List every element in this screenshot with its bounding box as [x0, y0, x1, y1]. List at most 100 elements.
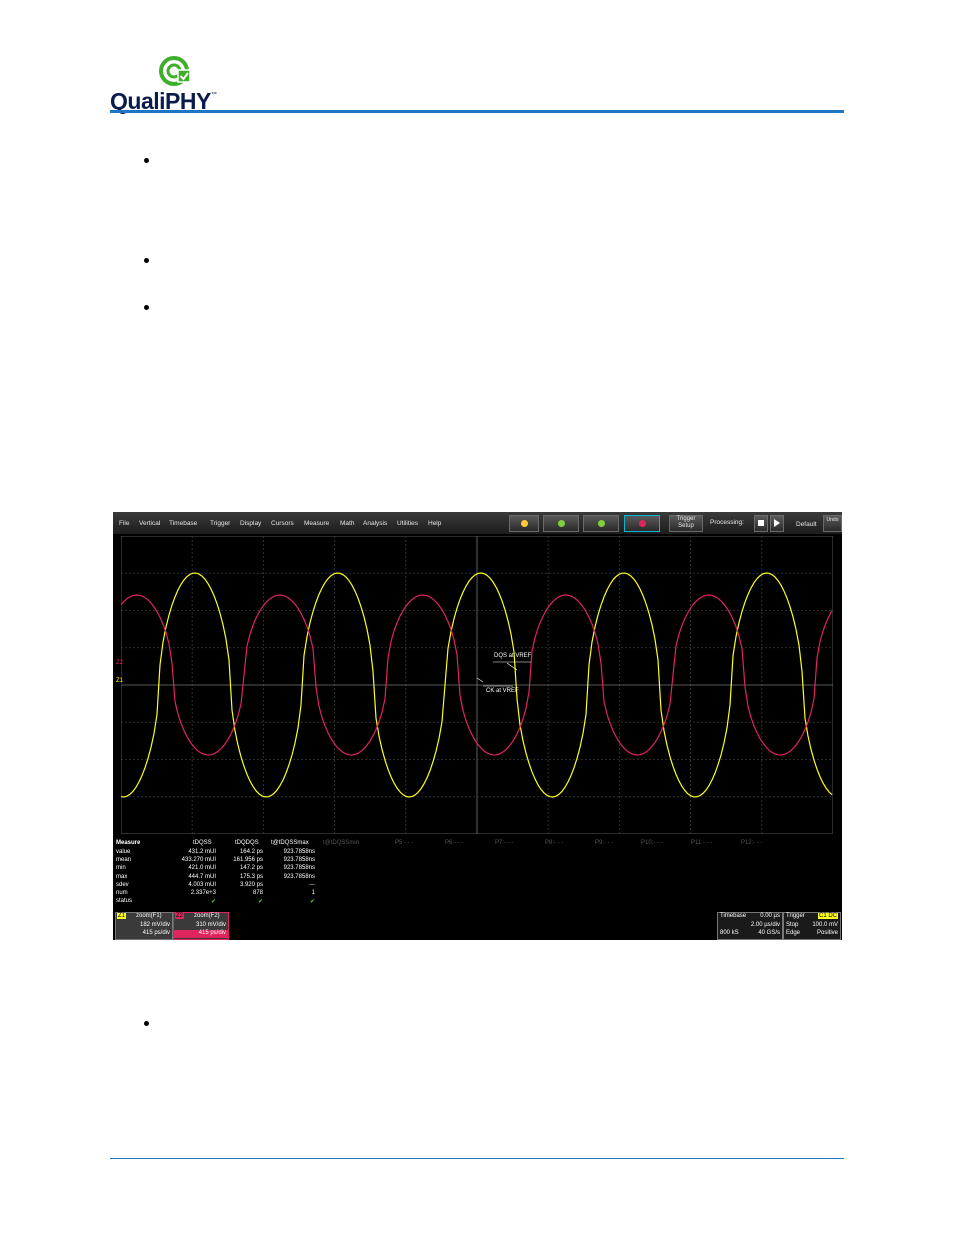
zoom1-descriptor[interactable]: Z1 zoom(F1) 182 mV/div 415 ps/div: [115, 912, 173, 940]
measure-row-label: num: [116, 890, 128, 896]
measure-row-label: mean: [116, 857, 132, 864]
undo-label: Undo: [826, 517, 839, 523]
footer-rule: [110, 1158, 844, 1159]
measure-param-header[interactable]: tDQSS: [193, 840, 212, 846]
measure-param-header[interactable]: P6:- - -: [445, 840, 463, 846]
trigger-setup-label-2: Setup: [678, 523, 694, 529]
zoom1-name: zoom(F1): [136, 913, 162, 919]
zoom2-descriptor[interactable]: Z2 zoom(F2) 310 mV/div 415 ps/div: [173, 912, 229, 940]
measure-cell: 1: [311, 890, 315, 896]
measure-param-header[interactable]: P8:- - -: [545, 840, 563, 846]
measure-cell: 2.337e+3: [190, 890, 216, 896]
zoom1-tdiv: 415 ps/div: [142, 930, 170, 936]
trigger-setup-label-1: Trigger: [676, 516, 696, 522]
measure-cell: 164.2 ps: [239, 849, 263, 855]
scope-menubar: File Vertical Timebase Trigger Display C…: [113, 512, 842, 534]
measure-cell: 3.920 ps: [239, 881, 263, 888]
zoom2-tdiv: 415 ps/div: [198, 930, 226, 936]
measure-row-label: min: [116, 865, 126, 872]
measure-cell: 147.2 ps: [239, 865, 263, 872]
measure-cell: ✔: [210, 899, 216, 906]
undo-button[interactable]: Undo: [823, 515, 842, 532]
measure-param-header[interactable]: P12:- - -: [741, 840, 763, 846]
measure-row-label: status: [116, 898, 133, 905]
toolbar-button-normal[interactable]: [543, 515, 579, 532]
menu-vertical[interactable]: Vertical: [139, 520, 160, 527]
menu-analysis[interactable]: Analysis: [363, 520, 387, 527]
toolbar-button-auto[interactable]: [509, 515, 539, 532]
measure-param-header[interactable]: t@tDQSSmax: [271, 840, 309, 846]
menu-display[interactable]: Display: [240, 520, 261, 527]
measure-cell: 161.956 ps: [233, 857, 263, 864]
measure-cell: 923.7858ns: [283, 857, 315, 864]
measure-cell: 4.003 mUI: [188, 881, 216, 888]
measure-row-label: max: [116, 873, 128, 880]
bullet-point: [144, 305, 149, 310]
stop-icon: [638, 520, 646, 527]
menu-file[interactable]: File: [119, 520, 129, 527]
stop-square-icon: [758, 520, 764, 526]
measure-param-header[interactable]: tDQDQS: [235, 840, 259, 846]
menu-utilities[interactable]: Utilities: [397, 520, 418, 527]
processing-stop-button[interactable]: [754, 515, 768, 532]
measure-cell: 444.7 mUI: [188, 873, 216, 880]
timebase-tdiv: 2.00 µs/div: [750, 922, 780, 928]
menu-timebase[interactable]: Timebase: [169, 520, 197, 527]
measure-cell: 431.2 mUI: [188, 849, 216, 855]
measure-cell: 923.7858ns: [283, 873, 315, 880]
zoom2-vdiv: 310 mV/div: [195, 922, 226, 928]
trigger-mode: Stop: [786, 922, 799, 928]
zoom1-tag: Z1: [117, 913, 127, 919]
measure-cell: 433.270 mUI: [181, 857, 216, 864]
measure-cell: 923.7858ns: [283, 849, 315, 855]
zoom2-tag: Z2: [175, 913, 185, 919]
annotation-leaders: [476, 661, 531, 687]
trigger-type: Edge: [786, 930, 801, 936]
bullet-point: [144, 258, 149, 263]
measure-cell: 923.7858ns: [283, 865, 315, 872]
toolbar-button-single[interactable]: [583, 515, 619, 532]
timebase-descriptor[interactable]: Timebase 0.00 µs 2.00 µs/div 800 kS 40 G…: [717, 912, 783, 940]
measure-param-header[interactable]: t@tDQSSmin: [323, 840, 359, 846]
single-icon: [597, 520, 605, 527]
measure-param-header[interactable]: P7:- - -: [495, 840, 513, 846]
trigger-slope: Positive: [816, 930, 838, 936]
measure-cell: ---: [309, 881, 315, 888]
menu-help[interactable]: Help: [428, 520, 441, 527]
play-icon: [774, 519, 780, 527]
trigger-label: Trigger: [786, 913, 805, 919]
trigger-level: 100.0 mV: [812, 922, 838, 928]
measure-cell: 175.3 ps: [239, 873, 263, 880]
measure-row-label: value: [116, 849, 131, 855]
measure-param-header[interactable]: P11:- - -: [691, 840, 712, 846]
measure-cell: ✔: [257, 899, 263, 906]
measure-cell: 878: [252, 890, 263, 896]
menu-math[interactable]: Math: [340, 520, 354, 527]
timebase-label: Timebase: [720, 913, 747, 919]
measure-cell: ✔: [309, 899, 315, 906]
measure-cell: 421.0 mUI: [188, 865, 216, 872]
bullet-point: [144, 158, 149, 163]
trigger-setup-button[interactable]: Trigger Setup: [669, 515, 703, 532]
toolbar-button-stop[interactable]: [624, 515, 660, 532]
z1-marker: Z1: [116, 678, 124, 684]
processing-run-button[interactable]: [770, 515, 784, 532]
measure-param-header[interactable]: P5:- - -: [395, 840, 413, 846]
oscilloscope-screenshot: File Vertical Timebase Trigger Display C…: [113, 512, 842, 940]
default-setup-button[interactable]: Default: [796, 521, 817, 528]
menu-trigger[interactable]: Trigger: [210, 520, 230, 527]
measure-param-header[interactable]: P10:- - -: [641, 840, 663, 846]
zoom2-name: zoom(F2): [194, 913, 220, 919]
timebase-samples: 800 kS: [720, 930, 739, 936]
menu-cursors[interactable]: Cursors: [271, 520, 294, 527]
measure-param-header[interactable]: P9:- - -: [595, 840, 613, 846]
menu-measure[interactable]: Measure: [304, 520, 329, 527]
measure-header-label: Measure: [116, 840, 141, 846]
timebase-delay: 0.00 µs: [760, 913, 780, 919]
processing-label: Processing:: [710, 519, 744, 526]
normal-icon: [557, 520, 565, 527]
z2-marker: Z2: [116, 660, 124, 666]
trigger-descriptor[interactable]: Trigger C1 DC Stop 100.0 mV Edge Positiv…: [783, 912, 841, 940]
zoom1-vdiv: 182 mV/div: [139, 922, 170, 928]
measure-row-label: sdev: [116, 881, 129, 888]
